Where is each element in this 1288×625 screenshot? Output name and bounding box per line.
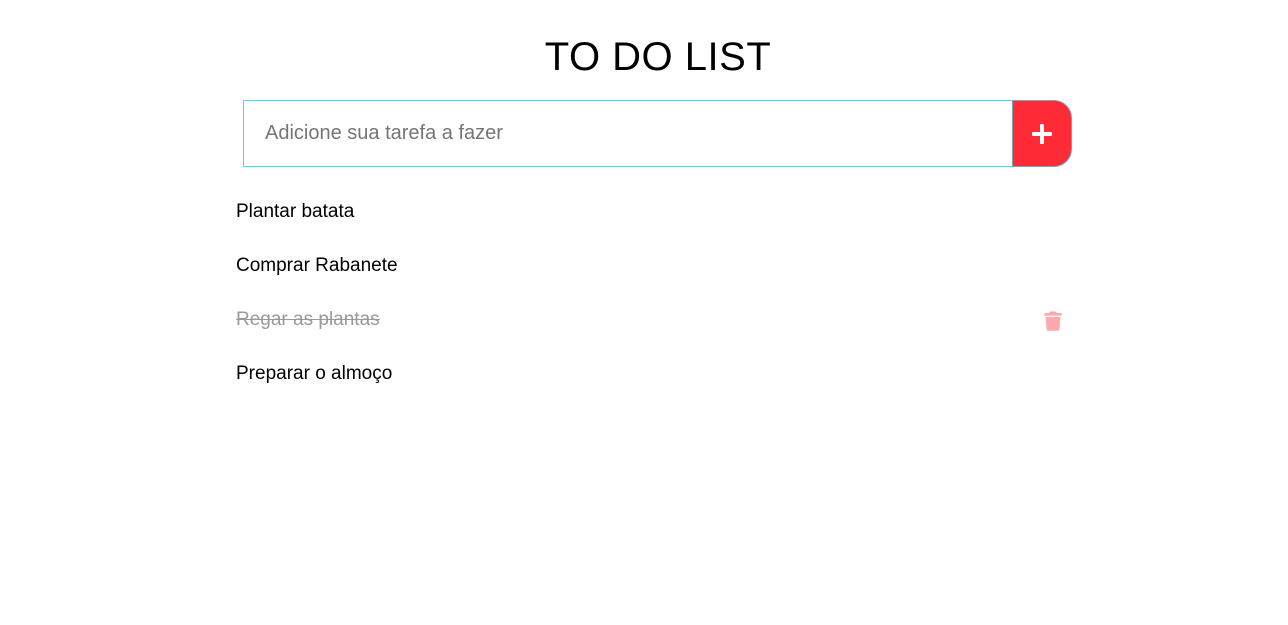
task-input[interactable] [243,100,1012,167]
plus-icon [1032,123,1052,144]
task-item[interactable]: Preparar o almoço [236,354,1072,408]
task-item-completed[interactable]: Regar as plantas [236,300,1072,354]
add-task-button[interactable] [1012,100,1072,167]
task-list: Plantar batata Comprar Rabanete Regar as… [236,192,1072,408]
task-label[interactable]: Regar as plantas [236,300,380,340]
trash-icon[interactable] [1044,311,1062,331]
add-task-form [243,100,1072,167]
todo-app: TO DO LIST Plantar batata Comprar Rabane… [0,0,1288,625]
task-item[interactable]: Plantar batata [236,192,1072,246]
task-label[interactable]: Preparar o almoço [236,354,392,394]
task-label[interactable]: Plantar batata [236,192,354,232]
page-title: TO DO LIST [544,35,772,79]
task-label[interactable]: Comprar Rabanete [236,246,398,286]
task-item[interactable]: Comprar Rabanete [236,246,1072,300]
